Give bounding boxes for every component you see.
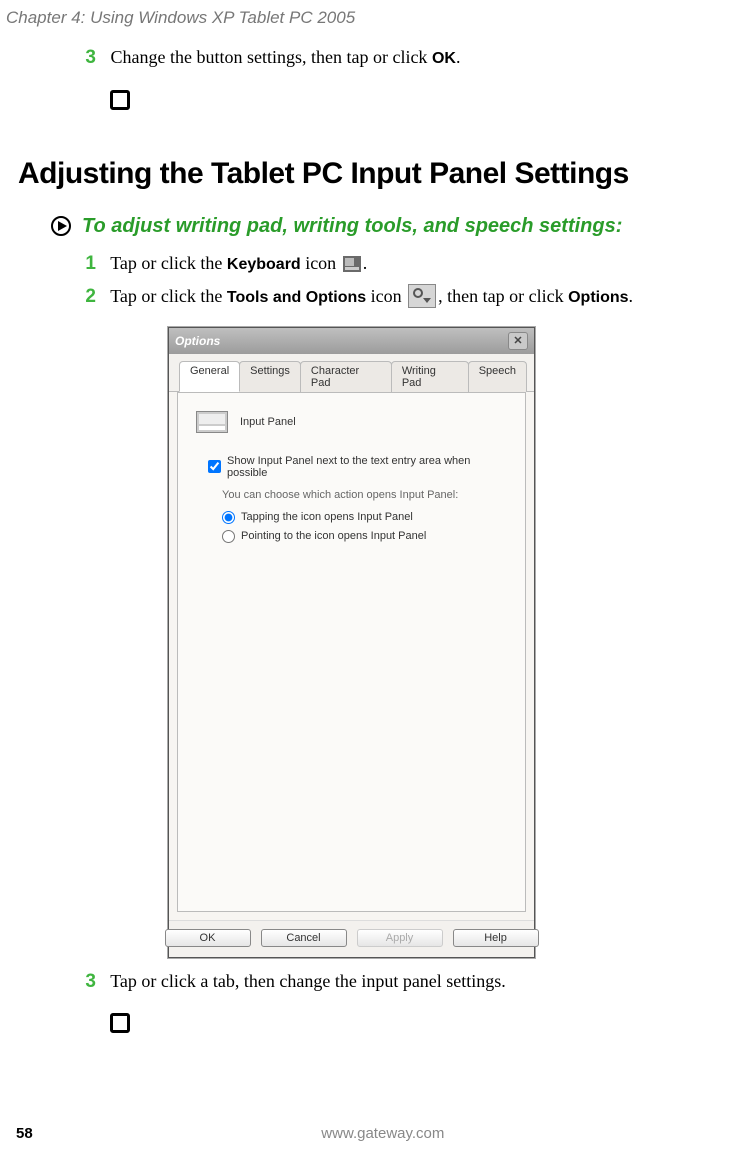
end-of-section-icon <box>110 1013 130 1033</box>
step-number: 1 <box>82 250 96 278</box>
radio-label: Pointing to the icon opens Input Panel <box>241 530 426 542</box>
section-heading: Adjusting the Tablet PC Input Panel Sett… <box>18 157 739 191</box>
input-panel-icon <box>196 411 228 433</box>
help-button[interactable]: Help <box>453 929 539 947</box>
step-punct: . <box>363 253 368 273</box>
step-number: 3 <box>82 44 96 72</box>
tab-general[interactable]: General <box>179 361 240 392</box>
options-dialog: Options ✕ General Settings Character Pad… <box>168 327 535 958</box>
chapter-header: Chapter 4: Using Windows XP Tablet PC 20… <box>6 8 355 28</box>
dialog-tabs: General Settings Character Pad Writing P… <box>169 354 534 392</box>
pointing-opens-radio[interactable] <box>222 530 235 543</box>
step-punct: . <box>629 286 634 306</box>
tab-writing-pad[interactable]: Writing Pad <box>391 361 469 392</box>
procedure-play-icon <box>50 215 72 237</box>
dialog-title: Options <box>175 334 220 348</box>
keyboard-label: Keyboard <box>227 256 301 273</box>
page-footer: 58 www.gateway.com <box>0 1125 749 1142</box>
end-of-section-icon <box>110 90 130 110</box>
keyboard-icon <box>343 256 361 272</box>
step-text: icon <box>301 253 341 273</box>
step-text: icon <box>366 286 406 306</box>
show-input-panel-checkbox[interactable] <box>208 460 221 473</box>
dialog-button-row: OK Cancel Apply Help <box>169 920 534 957</box>
cancel-button[interactable]: Cancel <box>261 929 347 947</box>
footer-url: www.gateway.com <box>321 1125 444 1142</box>
step-text: , then tap or click <box>438 286 568 306</box>
step-1: 1 Tap or click the Keyboard icon . <box>108 250 739 278</box>
step-3-top: 3 Change the button settings, then tap o… <box>108 44 739 72</box>
step-3: 3 Tap or click a tab, then change the in… <box>108 968 739 996</box>
tab-settings[interactable]: Settings <box>239 361 301 392</box>
options-label: Options <box>568 289 628 306</box>
step-text: Tap or click the <box>110 286 227 306</box>
step-text: Tap or click a tab, then change the inpu… <box>110 971 506 991</box>
tools-options-icon <box>408 284 436 308</box>
step-number: 3 <box>82 968 96 996</box>
step-text-tail: . <box>456 47 461 67</box>
tab-speech[interactable]: Speech <box>468 361 527 392</box>
step-text: Change the button settings, then tap or … <box>111 47 432 67</box>
apply-button[interactable]: Apply <box>357 929 443 947</box>
step-2: 2 Tap or click the Tools and Options ico… <box>108 283 739 311</box>
ok-button[interactable]: OK <box>165 929 251 947</box>
step-number: 2 <box>82 283 96 311</box>
ok-label: OK <box>432 50 456 67</box>
tab-panel-general: Input Panel Show Input Panel next to the… <box>177 392 526 912</box>
tapping-opens-radio[interactable] <box>222 511 235 524</box>
page-number: 58 <box>16 1125 33 1142</box>
close-icon[interactable]: ✕ <box>508 332 528 350</box>
dialog-titlebar[interactable]: Options ✕ <box>169 328 534 354</box>
radio-group-desc: You can choose which action opens Input … <box>222 489 507 501</box>
radio-label: Tapping the icon opens Input Panel <box>241 511 413 523</box>
checkbox-label: Show Input Panel next to the text entry … <box>227 455 507 479</box>
procedure-heading: To adjust writing pad, writing tools, an… <box>82 215 622 238</box>
tab-character-pad[interactable]: Character Pad <box>300 361 392 392</box>
panel-title: Input Panel <box>240 416 296 428</box>
tools-options-label: Tools and Options <box>227 289 366 306</box>
step-text: Tap or click the <box>110 253 227 273</box>
